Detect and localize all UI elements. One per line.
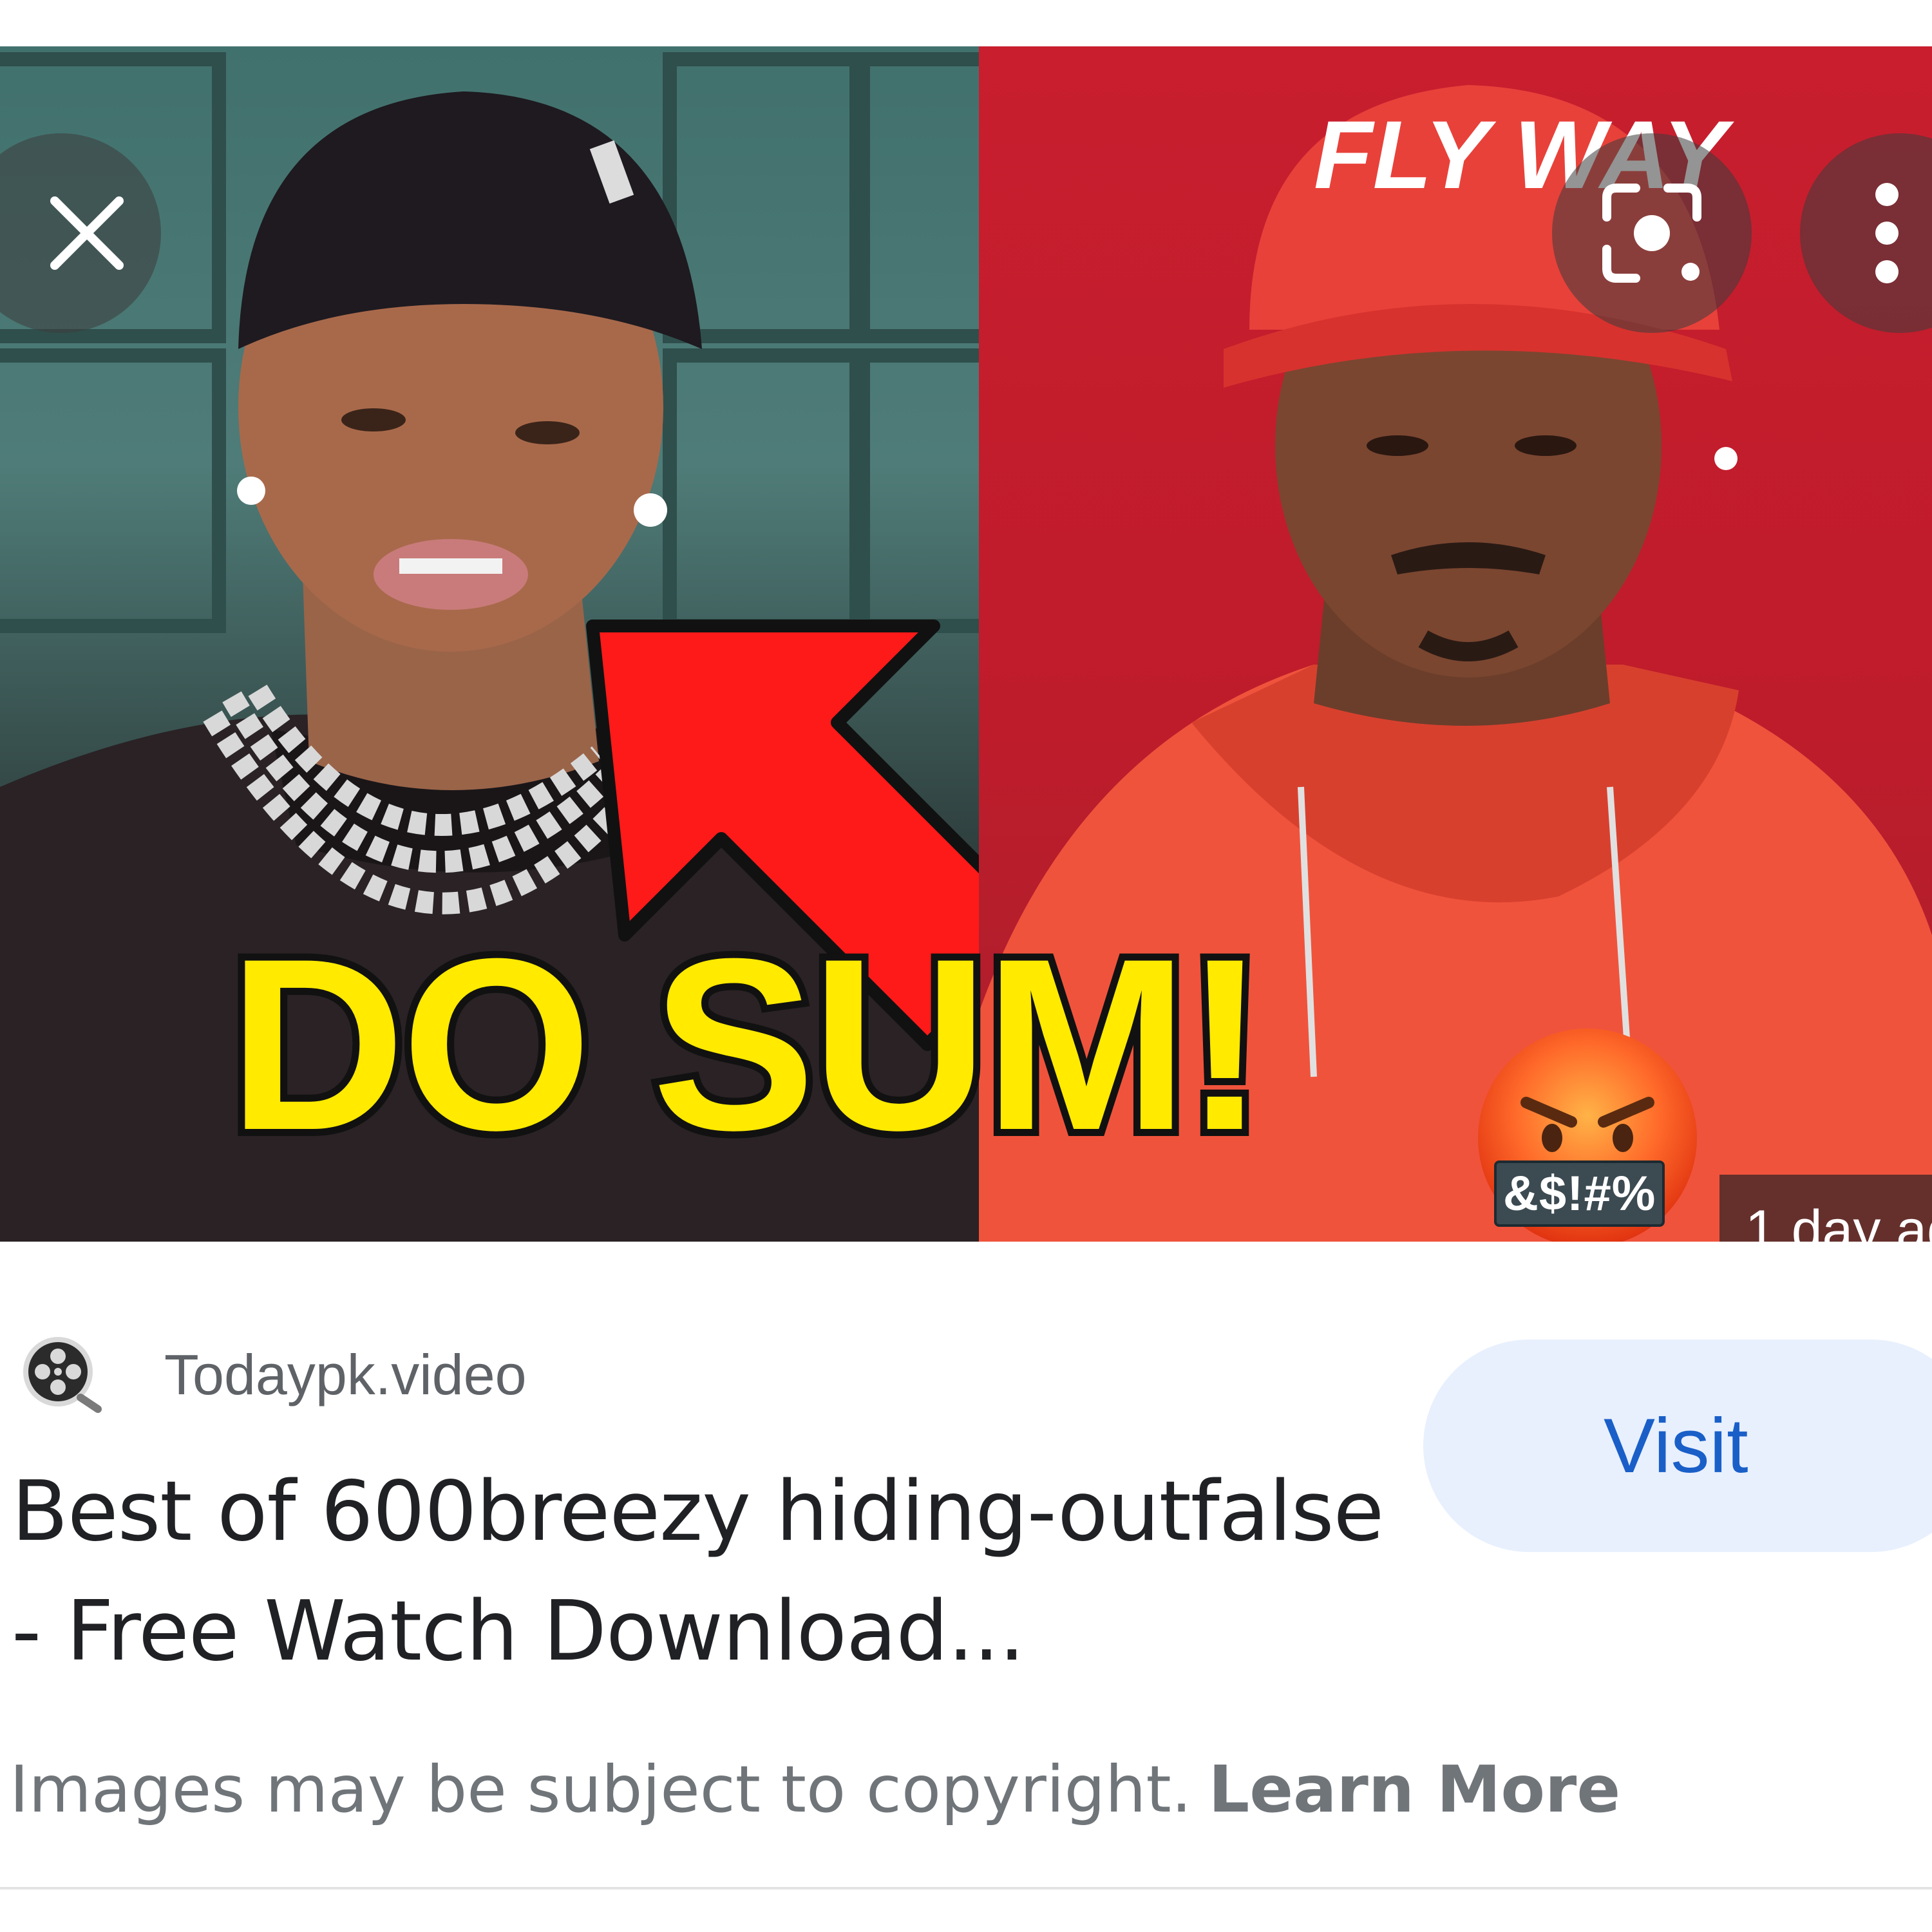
censor-label: &$!#% [1494, 1160, 1665, 1227]
top-strip [0, 0, 1932, 46]
copyright-text: Images may be subject to copyright. [10, 1752, 1192, 1827]
visit-button[interactable]: Visit [1423, 1340, 1932, 1552]
time-badge: 1 day ago [1719, 1175, 1932, 1242]
lens-search-icon [1602, 184, 1701, 283]
learn-more-link[interactable]: Learn More [1209, 1752, 1621, 1827]
result-title[interactable]: Best of 600breezy hiding-outfalse - Free… [12, 1452, 1396, 1692]
source-row[interactable]: Todaypk.video [19, 1333, 527, 1417]
source-name[interactable]: Todaypk.video [164, 1342, 527, 1408]
image-preview[interactable]: FLY WAY DO SUM! &$!#% 1 day ago [0, 46, 1932, 1242]
more-vert-icon [1875, 183, 1899, 283]
close-icon [50, 196, 124, 270]
film-reel-icon [23, 1337, 102, 1413]
copyright-notice: Images may be subject to copyright. Learn… [10, 1752, 1620, 1827]
thumbnail-headline: DO SUM! [222, 907, 1273, 1181]
bottom-divider [0, 1887, 1932, 1889]
lens-search-button[interactable] [1552, 133, 1752, 333]
